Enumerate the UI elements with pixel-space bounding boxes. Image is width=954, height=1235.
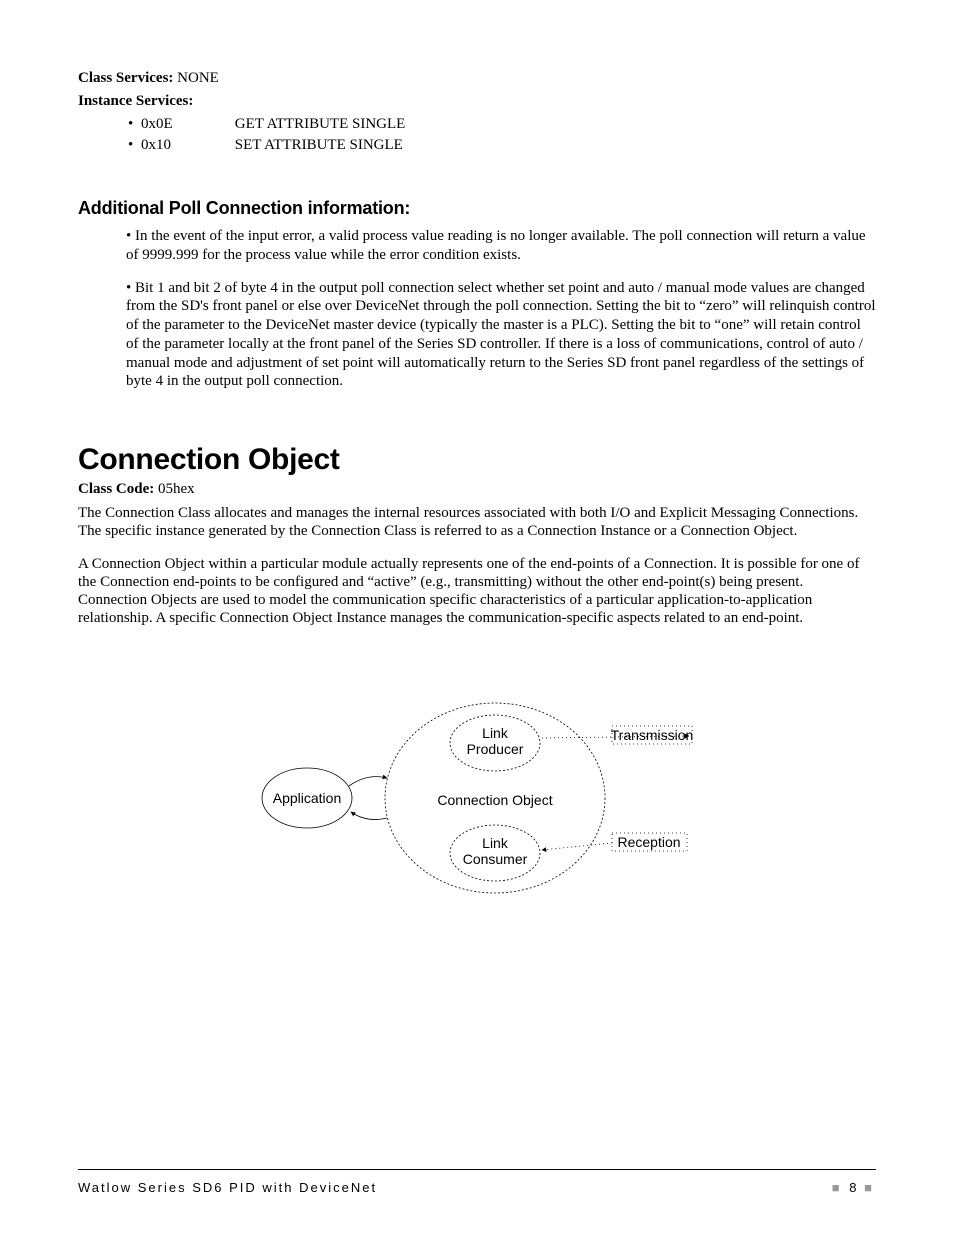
connection-object-heading: Connection Object (78, 443, 876, 477)
diagram-link-producer-2: Producer (467, 741, 524, 757)
instance-services-line: Instance Services: (78, 93, 876, 110)
class-code-line: Class Code: 05hex (78, 481, 876, 498)
diagram-link-producer-1: Link (482, 725, 509, 741)
service-code: 0x0E (141, 116, 231, 133)
instance-services-list: • 0x0E GET ATTRIBUTE SINGLE • 0x10 SET A… (78, 116, 876, 154)
class-code-value: 05hex (158, 481, 195, 497)
class-services-line: Class Services: NONE (78, 70, 876, 87)
conn-para-2: A Connection Object within a particular … (78, 555, 876, 628)
service-name: SET ATTRIBUTE SINGLE (235, 137, 403, 153)
bullet-icon: • (128, 116, 133, 132)
diagram-connection-object-label: Connection Object (437, 792, 552, 808)
list-item: • 0x0E GET ATTRIBUTE SINGLE (128, 116, 876, 133)
class-code-label: Class Code: (78, 481, 154, 497)
bullet-icon: • (128, 137, 133, 153)
service-name: GET ATTRIBUTE SINGLE (235, 116, 406, 132)
class-services-value: NONE (177, 70, 219, 86)
page-footer: Watlow Series SD6 PID with DeviceNet ■ 8… (78, 1169, 876, 1195)
diagram-reception-label: Reception (617, 834, 680, 850)
diagram-transmission-label: Transmission (611, 727, 694, 743)
list-item: • 0x10 SET ATTRIBUTE SINGLE (128, 137, 876, 154)
diagram-link-consumer-2: Consumer (463, 851, 528, 867)
diagram-link-consumer-1: Link (482, 835, 509, 851)
connection-diagram: Application Connection Object Link Produ… (78, 688, 876, 908)
class-services-label: Class Services: (78, 70, 173, 86)
poll-para-1: • In the event of the input error, a val… (126, 227, 876, 265)
poll-para-2: • Bit 1 and bit 2 of byte 4 in the outpu… (126, 279, 876, 392)
instance-services-label: Instance Services: (78, 93, 193, 109)
page-number: 8 (849, 1180, 858, 1195)
square-icon: ■ (864, 1180, 876, 1195)
square-icon: ■ (832, 1180, 844, 1195)
poll-info-heading: Additional Poll Connection information: (78, 198, 876, 219)
footer-left: Watlow Series SD6 PID with DeviceNet (78, 1180, 377, 1195)
conn-para-1: The Connection Class allocates and manag… (78, 504, 876, 541)
footer-page: ■ 8 ■ (832, 1180, 876, 1195)
diagram-application-label: Application (273, 790, 342, 806)
service-code: 0x10 (141, 137, 231, 154)
